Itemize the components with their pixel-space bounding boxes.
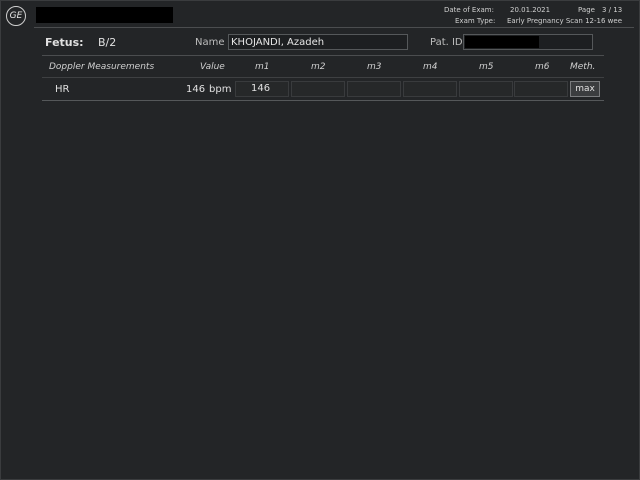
col-header-m5: m5 [479, 62, 494, 72]
date-of-exam-value: 20.01.2021 [510, 6, 551, 14]
measurement-cell-m2[interactable] [291, 81, 345, 97]
name-label: Name [195, 37, 225, 48]
measurement-cell-m5[interactable] [459, 81, 513, 97]
redacted-pat-id [465, 36, 539, 48]
row-label-hr: HR [55, 84, 70, 95]
method-button[interactable]: max [570, 81, 600, 97]
exam-type-value: Early Pregnancy Scan 12-16 wee [507, 17, 623, 25]
measurement-cell-m3[interactable] [347, 81, 401, 97]
col-header-method: Meth. [570, 62, 596, 72]
measurement-cell-m6[interactable] [514, 81, 568, 97]
row-unit-hr: bpm [209, 84, 232, 95]
ge-logo-icon: GE [6, 6, 26, 26]
section-divider [42, 55, 604, 56]
date-of-exam-label: Date of Exam: [444, 6, 494, 14]
name-field[interactable]: KHOJANDI, Azadeh [228, 34, 408, 50]
fetus-value[interactable]: B/2 [98, 36, 116, 49]
col-header-m6: m6 [535, 62, 550, 72]
col-header-m3: m3 [367, 62, 382, 72]
col-header-m1: m1 [255, 62, 270, 72]
row-value-hr: 146 [186, 84, 206, 95]
measurement-cell-m4[interactable] [403, 81, 457, 97]
table-bottom-divider [42, 100, 604, 101]
pat-id-label: Pat. ID [430, 37, 463, 48]
exam-type-label: Exam Type: [455, 17, 496, 25]
screen-frame [0, 0, 640, 480]
page-label: Page [578, 6, 595, 14]
pat-id-field[interactable] [463, 34, 593, 50]
table-title: Doppler Measurements [49, 62, 155, 72]
col-header-m2: m2 [311, 62, 326, 72]
redacted-patient-banner [36, 7, 173, 23]
col-header-m4: m4 [423, 62, 438, 72]
col-header-value: Value [200, 62, 225, 72]
header-row-divider [42, 77, 604, 78]
page-number: 3 / 13 [602, 6, 623, 14]
header-divider [34, 27, 634, 28]
logo-text: GE [9, 11, 23, 21]
fetus-label: Fetus: [45, 36, 84, 49]
measurement-cell-m1[interactable]: 146 [235, 81, 289, 97]
